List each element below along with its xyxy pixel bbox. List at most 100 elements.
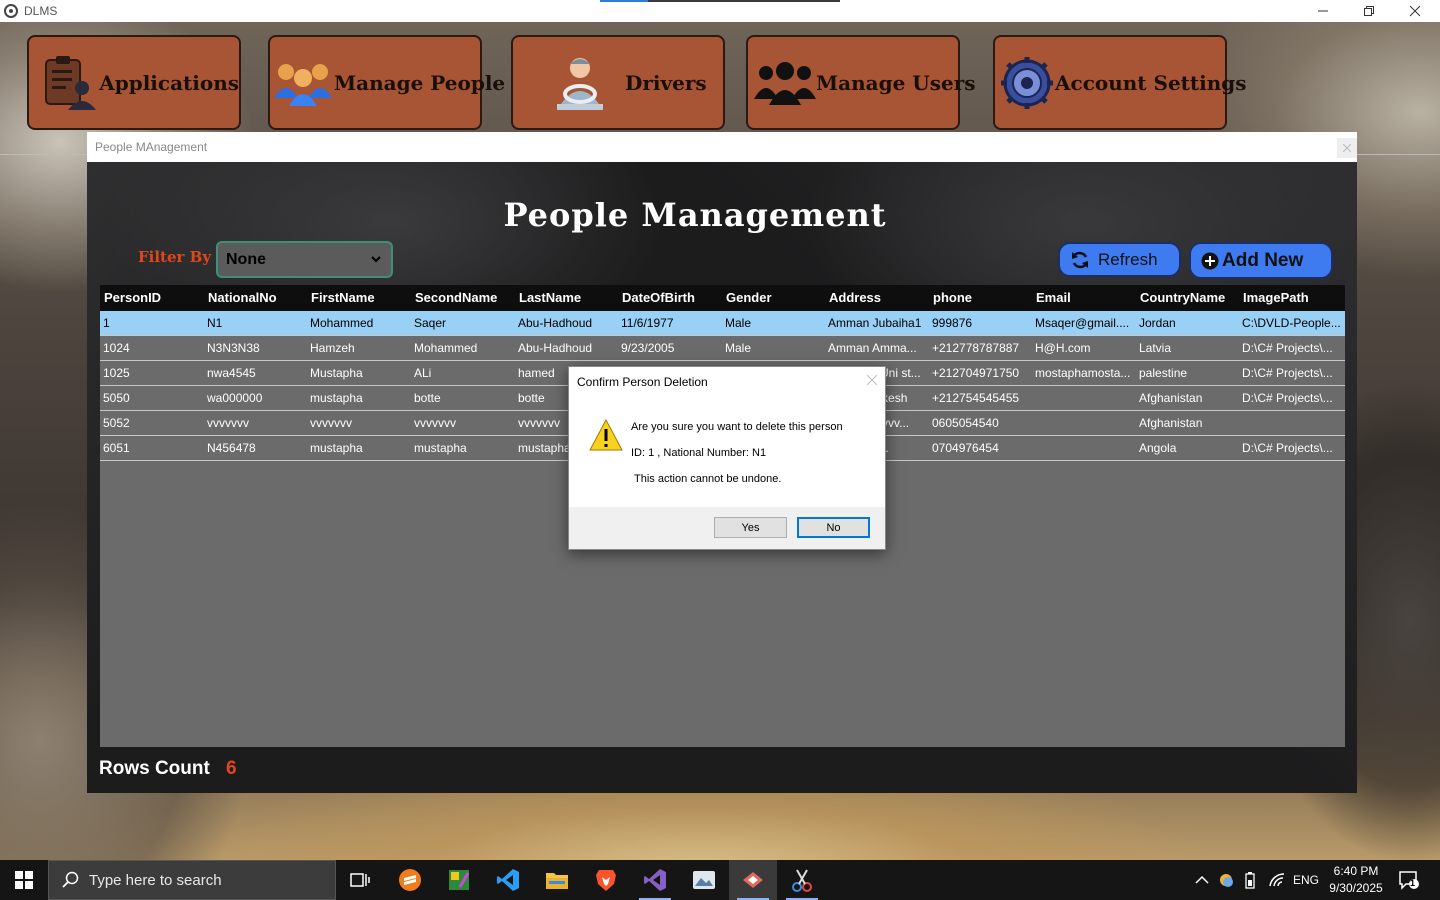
table-cell[interactable]: +212778787887 — [929, 336, 1032, 360]
table-cell[interactable]: C:\DVLD-People... — [1239, 311, 1345, 335]
taskbar-app-sublime[interactable] — [386, 860, 434, 900]
manage-users-button[interactable]: Manage Users — [746, 35, 976, 130]
taskbar-app-paint[interactable] — [435, 860, 483, 900]
table-cell[interactable]: 11/6/1977 — [618, 311, 722, 335]
filter-by-select[interactable]: None — [216, 241, 393, 278]
yes-button[interactable]: Yes — [714, 517, 787, 538]
column-header[interactable]: FirstName — [307, 285, 411, 311]
table-cell[interactable] — [1032, 436, 1136, 460]
table-cell[interactable]: ALi — [411, 361, 515, 385]
start-button[interactable] — [0, 860, 48, 900]
table-cell[interactable]: D:\C# Projects\... — [1239, 361, 1345, 385]
column-header[interactable]: PersonID — [100, 285, 204, 311]
table-cell[interactable]: palestine — [1136, 361, 1239, 385]
table-cell[interactable]: Angola — [1136, 436, 1239, 460]
notification-center-button[interactable]: 1 — [1398, 860, 1420, 900]
table-cell[interactable]: Mohammed — [307, 311, 411, 335]
table-cell[interactable]: mustapha — [307, 386, 411, 410]
manage-people-button[interactable]: Manage People — [268, 35, 505, 130]
taskbar-clock[interactable]: 6:40 PM 9/30/2025 — [1322, 863, 1390, 897]
table-cell[interactable]: Msaqer@gmail.... — [1032, 311, 1136, 335]
table-cell[interactable]: 0605054540 — [929, 411, 1032, 435]
column-header[interactable]: DateOfBirth — [618, 285, 722, 311]
table-cell[interactable]: Mohammed — [411, 336, 515, 360]
column-header[interactable]: NationalNo — [204, 285, 307, 311]
show-hidden-icons-button[interactable] — [1195, 860, 1209, 900]
taskbar-app-file-explorer[interactable] — [533, 860, 581, 900]
column-header[interactable]: CountryName — [1136, 285, 1239, 311]
table-cell[interactable]: 5052 — [100, 411, 204, 435]
add-new-button[interactable]: Add New — [1189, 242, 1333, 279]
drivers-button[interactable]: Drivers — [511, 35, 725, 130]
table-cell[interactable]: Abu-Hadhoud — [515, 336, 618, 360]
table-cell[interactable]: botte — [411, 386, 515, 410]
people-window-close-button[interactable] — [1337, 138, 1357, 158]
table-cell[interactable]: Amman Amma... — [825, 336, 929, 360]
table-cell[interactable]: Mustapha — [307, 361, 411, 385]
taskbar-app-snipping-tool[interactable] — [778, 860, 826, 900]
table-row[interactable]: 1 N1 Mohammed Saqer Abu-Hadhoud 11/6/1977 Male… — [100, 311, 1345, 336]
tray-battery-icon[interactable] — [1244, 860, 1256, 900]
table-cell[interactable]: mustapha — [307, 436, 411, 460]
task-view-button[interactable] — [336, 860, 384, 900]
table-cell[interactable]: 1 — [100, 311, 204, 335]
table-cell[interactable]: +212754545455 — [929, 386, 1032, 410]
column-header[interactable]: SecondName — [411, 285, 515, 311]
column-header[interactable]: phone — [929, 285, 1032, 311]
table-cell[interactable]: 5050 — [100, 386, 204, 410]
table-cell[interactable]: Afghanistan — [1136, 411, 1239, 435]
table-cell[interactable]: vvvvvvv — [411, 411, 515, 435]
taskbar-search[interactable]: Type here to search — [48, 860, 336, 900]
table-row[interactable]: 1024 N3N3N38 Hamzeh Mohammed Abu-Hadhoud 9/23… — [100, 336, 1345, 361]
column-header[interactable]: ImagePath — [1239, 285, 1345, 311]
close-button[interactable] — [1392, 0, 1438, 22]
table-cell[interactable]: H@H.com — [1032, 336, 1136, 360]
table-cell[interactable]: wa000000 — [204, 386, 307, 410]
table-cell[interactable]: 1024 — [100, 336, 204, 360]
refresh-button[interactable]: Refresh — [1058, 242, 1181, 277]
column-header[interactable]: Address — [825, 285, 929, 311]
table-cell[interactable]: Latvia — [1136, 336, 1239, 360]
table-cell[interactable]: Male — [722, 336, 825, 360]
table-cell[interactable]: D:\C# Projects\... — [1239, 386, 1345, 410]
tray-weather-icon[interactable] — [1218, 860, 1234, 900]
table-cell[interactable]: Male — [722, 311, 825, 335]
table-cell[interactable]: vvvvvvv — [204, 411, 307, 435]
table-cell[interactable]: +212704971750 — [929, 361, 1032, 385]
table-cell[interactable]: Hamzeh — [307, 336, 411, 360]
table-cell[interactable]: N3N3N38 — [204, 336, 307, 360]
table-cell[interactable]: Jordan — [1136, 311, 1239, 335]
table-cell[interactable]: nwa4545 — [204, 361, 307, 385]
table-cell[interactable]: D:\C# Projects\... — [1239, 336, 1345, 360]
table-cell[interactable] — [1032, 386, 1136, 410]
table-cell[interactable] — [1032, 411, 1136, 435]
table-cell[interactable]: 1025 — [100, 361, 204, 385]
column-header[interactable]: LastName — [515, 285, 618, 311]
table-cell[interactable]: D:\C# Projects\... — [1239, 436, 1345, 460]
dialog-close-button[interactable] — [866, 372, 878, 388]
taskbar-app-photos[interactable] — [680, 860, 728, 900]
table-cell[interactable]: vvvvvvv — [307, 411, 411, 435]
tray-language[interactable]: ENG — [1293, 860, 1319, 900]
table-cell[interactable]: Saqer — [411, 311, 515, 335]
tray-network-icon[interactable] — [1268, 860, 1286, 900]
table-cell[interactable]: mostaphamosta... — [1032, 361, 1136, 385]
table-cell[interactable]: 9/23/2005 — [618, 336, 722, 360]
table-cell[interactable]: 6051 — [100, 436, 204, 460]
table-cell[interactable]: N1 — [204, 311, 307, 335]
taskbar-app-dlms[interactable] — [729, 860, 777, 900]
table-cell[interactable]: Abu-Hadhoud — [515, 311, 618, 335]
table-cell[interactable]: 0704976454 — [929, 436, 1032, 460]
applications-button[interactable]: Applications — [27, 35, 241, 130]
table-cell[interactable]: 999876 — [929, 311, 1032, 335]
taskbar-app-visual-studio[interactable] — [631, 860, 679, 900]
column-header[interactable]: Email — [1032, 285, 1136, 311]
taskbar-app-vscode[interactable] — [484, 860, 532, 900]
table-cell[interactable]: Afghanistan — [1136, 386, 1239, 410]
minimize-button[interactable] — [1300, 0, 1346, 22]
account-settings-button[interactable]: Account Settings — [993, 35, 1247, 130]
table-cell[interactable]: mustapha — [411, 436, 515, 460]
column-header[interactable]: Gender — [722, 285, 825, 311]
table-cell[interactable]: Amman Jubaiha1 — [825, 311, 929, 335]
no-button[interactable]: No — [797, 517, 870, 538]
